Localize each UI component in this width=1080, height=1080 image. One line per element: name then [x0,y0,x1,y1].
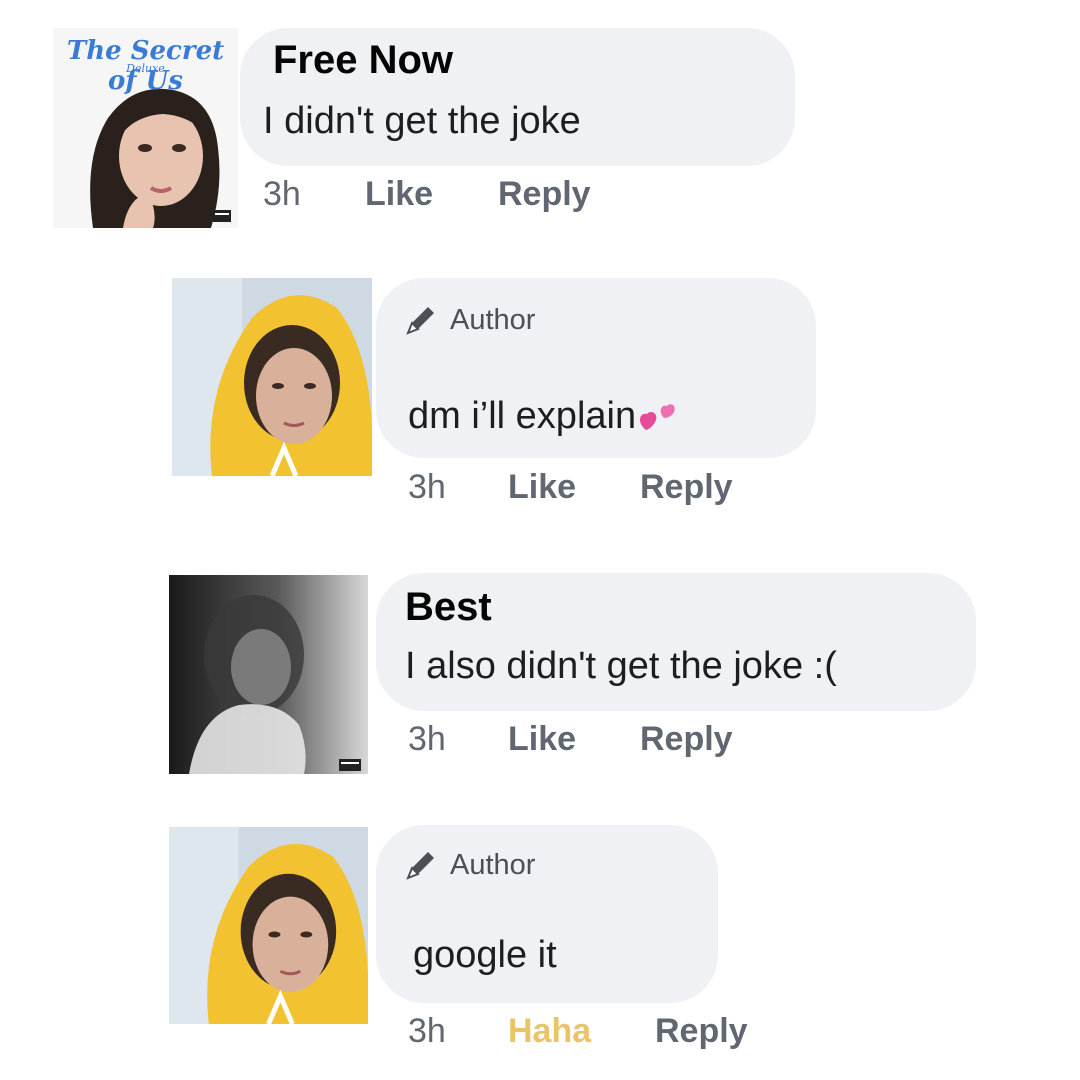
comment-text: google it [413,934,557,976]
comment-timestamp: 3h [263,175,301,213]
reply-button[interactable]: Reply [655,1012,748,1051]
comment-text-wrap: dm i’ll explain [408,395,678,438]
comment-text: I also didn't get the joke :( [405,645,837,687]
reply-button[interactable]: Reply [498,175,591,214]
reply-button[interactable]: Reply [640,720,733,759]
reply-button[interactable]: Reply [640,468,733,507]
author-photo [172,278,372,476]
author-badge: Author [404,303,535,337]
comment-timestamp: 3h [408,720,446,758]
like-button[interactable]: Like [365,175,433,214]
comment-timestamp: 3h [408,468,446,506]
two-hearts-emoji-icon [640,404,675,430]
author-avatar[interactable] [169,826,368,1025]
album-subtitle: Deluxe [126,62,165,75]
author-label: Author [450,848,536,881]
album-cover-art [169,575,368,774]
commenter-name[interactable]: Best [405,585,492,630]
pencil-icon [406,852,434,880]
like-button[interactable]: Like [508,720,576,759]
commenter-name[interactable]: Free Now [273,38,453,83]
album-cover-avatar[interactable] [169,575,368,774]
pencil-icon [406,307,434,335]
author-badge: Author [404,848,535,882]
comment-timestamp: 3h [408,1012,446,1050]
author-photo [169,826,368,1025]
like-button[interactable]: Like [508,468,576,507]
album-cover-avatar[interactable]: The Secret of Us Deluxe [53,28,238,228]
author-avatar[interactable] [172,278,372,476]
comment-text: dm i’ll explain [408,395,637,437]
comment-text: I didn't get the joke [263,100,581,142]
haha-reaction-button[interactable]: Haha [508,1012,591,1051]
author-label: Author [450,303,536,336]
